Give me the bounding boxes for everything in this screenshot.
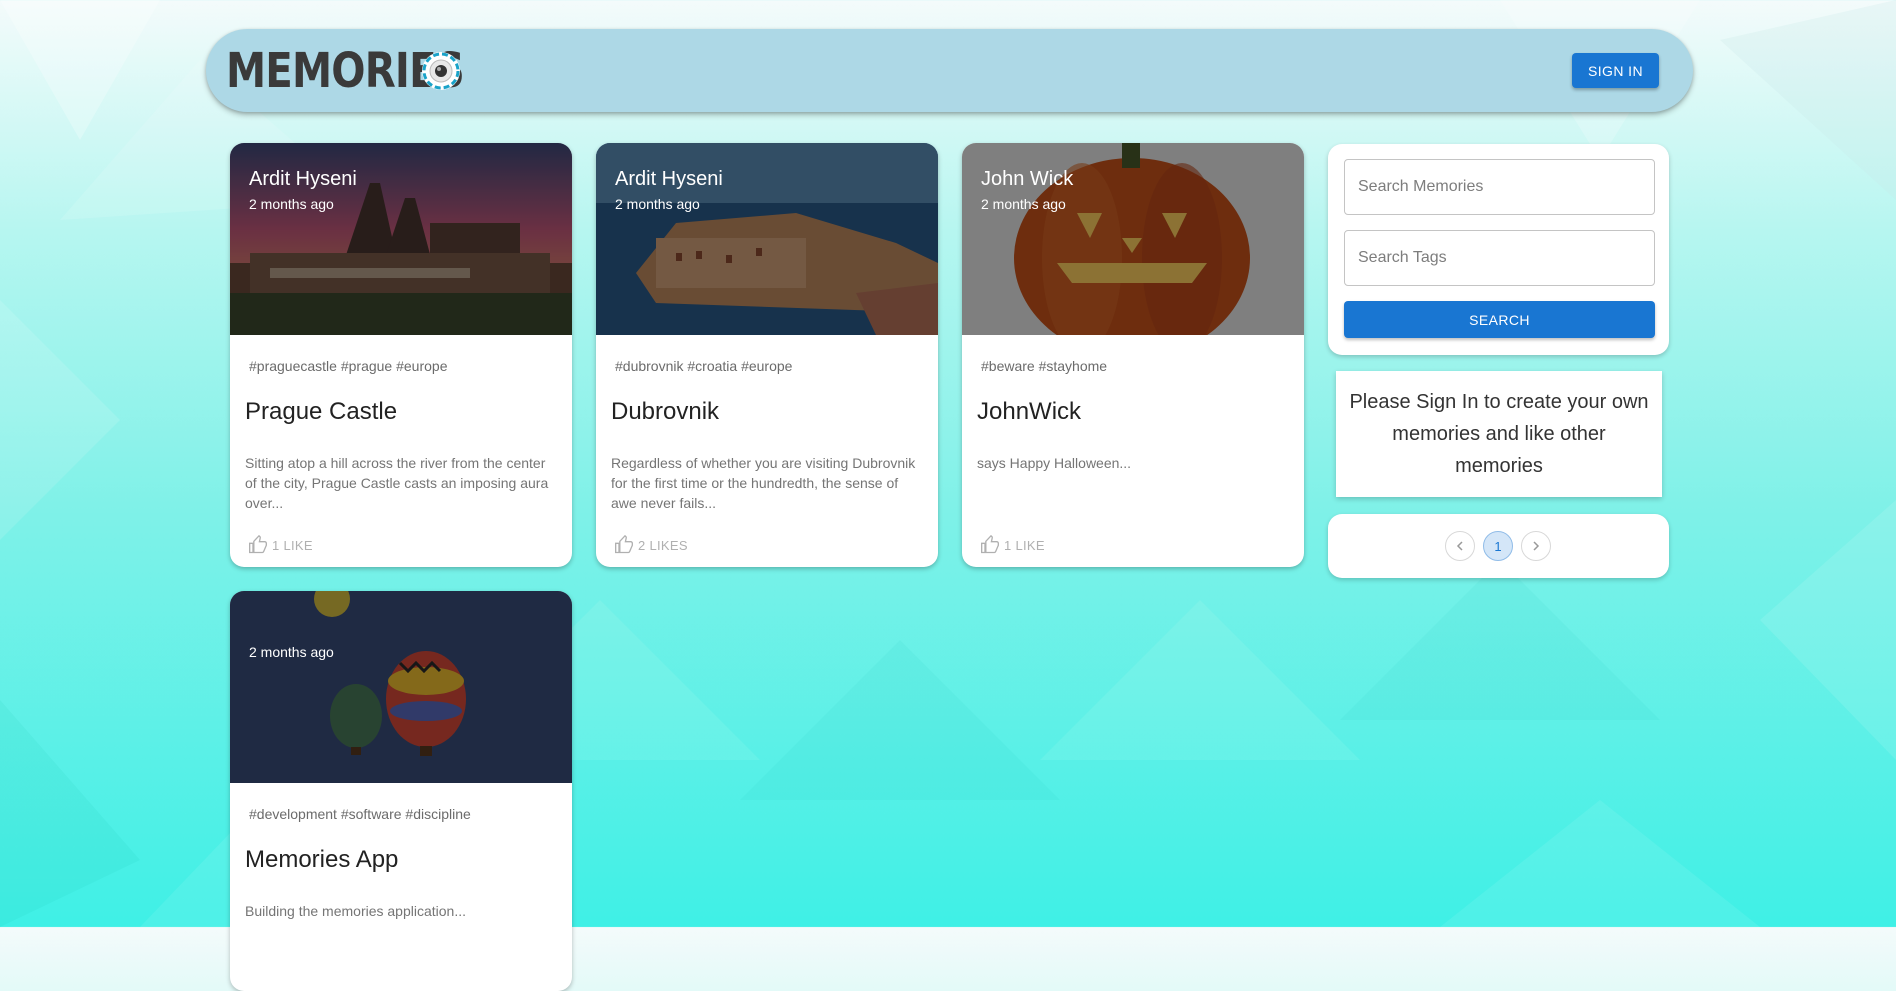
pagination: 1 bbox=[1328, 514, 1669, 578]
chevron-right-icon bbox=[1533, 541, 1540, 551]
post-tags: #beware #stayhome bbox=[981, 358, 1108, 374]
post-tags: #development #software #discipline bbox=[249, 806, 471, 822]
like-button[interactable]: 2 LIKES bbox=[614, 535, 688, 555]
post-image: 2 months ago bbox=[230, 591, 572, 783]
post-card[interactable]: Ardit Hyseni 2 months ago #praguecastle … bbox=[230, 143, 572, 567]
post-title: Prague Castle bbox=[245, 398, 398, 425]
post-image: Ardit Hyseni 2 months ago bbox=[230, 143, 572, 335]
like-button[interactable]: 1 LIKE bbox=[980, 535, 1045, 555]
post-time: 2 months ago bbox=[981, 196, 1066, 212]
post-description: Sitting atop a hill across the river fro… bbox=[245, 455, 549, 511]
page-button-current[interactable]: 1 bbox=[1483, 531, 1513, 561]
post-time: 2 months ago bbox=[249, 196, 334, 212]
post-time: 2 months ago bbox=[615, 196, 700, 212]
post-title: JohnWick bbox=[977, 398, 1082, 425]
like-button[interactable]: 1 LIKE bbox=[248, 535, 313, 555]
app-bar: Memories SIGN IN bbox=[206, 29, 1693, 112]
post-image: Ardit Hyseni 2 months ago bbox=[596, 143, 938, 335]
like-count: 1 LIKE bbox=[272, 537, 313, 553]
post-image: John Wick 2 months ago bbox=[962, 143, 1304, 335]
previous-page-button[interactable] bbox=[1445, 531, 1475, 561]
post-author: Ardit Hyseni bbox=[615, 168, 723, 190]
search-button[interactable]: SEARCH bbox=[1344, 301, 1655, 338]
post-author: Ardit Hyseni bbox=[249, 168, 357, 190]
search-panel: SEARCH bbox=[1328, 144, 1669, 355]
like-count: 1 LIKE bbox=[1004, 537, 1045, 553]
post-tags: #dubrovnik #croatia #europe bbox=[615, 358, 793, 374]
post-card[interactable]: Ardit Hyseni 2 months ago #dubrovnik #cr… bbox=[596, 143, 938, 567]
app-root: Memories SIGN IN bbox=[0, 0, 1896, 991]
thumb-up-icon bbox=[249, 535, 267, 554]
post-description: says Happy Halloween... bbox=[977, 455, 1132, 471]
brand[interactable]: Memories bbox=[226, 41, 509, 101]
post-description: Building the memories application... bbox=[245, 903, 467, 919]
search-memories-input[interactable] bbox=[1344, 159, 1655, 215]
post-card[interactable]: John Wick 2 months ago #beware #stayhome… bbox=[962, 143, 1304, 567]
post-description: Regardless of whether you are visiting D… bbox=[611, 455, 916, 511]
search-tags-input[interactable] bbox=[1344, 230, 1655, 286]
post-time: 2 months ago bbox=[249, 644, 334, 660]
thumb-up-icon bbox=[981, 535, 999, 554]
post-tags: #praguecastle #prague #europe bbox=[249, 358, 448, 374]
post-author: John Wick bbox=[981, 168, 1074, 190]
post-title: Dubrovnik bbox=[611, 398, 720, 425]
next-page-button[interactable] bbox=[1521, 531, 1551, 561]
camera-lens-icon bbox=[422, 52, 460, 90]
sign-in-notice: Please Sign In to create your own memori… bbox=[1336, 371, 1662, 497]
post-card[interactable]: 2 months ago #development #software #dis… bbox=[230, 591, 572, 991]
chevron-left-icon bbox=[1456, 541, 1463, 551]
like-count: 2 LIKES bbox=[638, 537, 688, 553]
sign-in-button[interactable]: SIGN IN bbox=[1572, 53, 1659, 88]
thumb-up-icon bbox=[615, 535, 633, 554]
post-title: Memories App bbox=[245, 846, 399, 873]
